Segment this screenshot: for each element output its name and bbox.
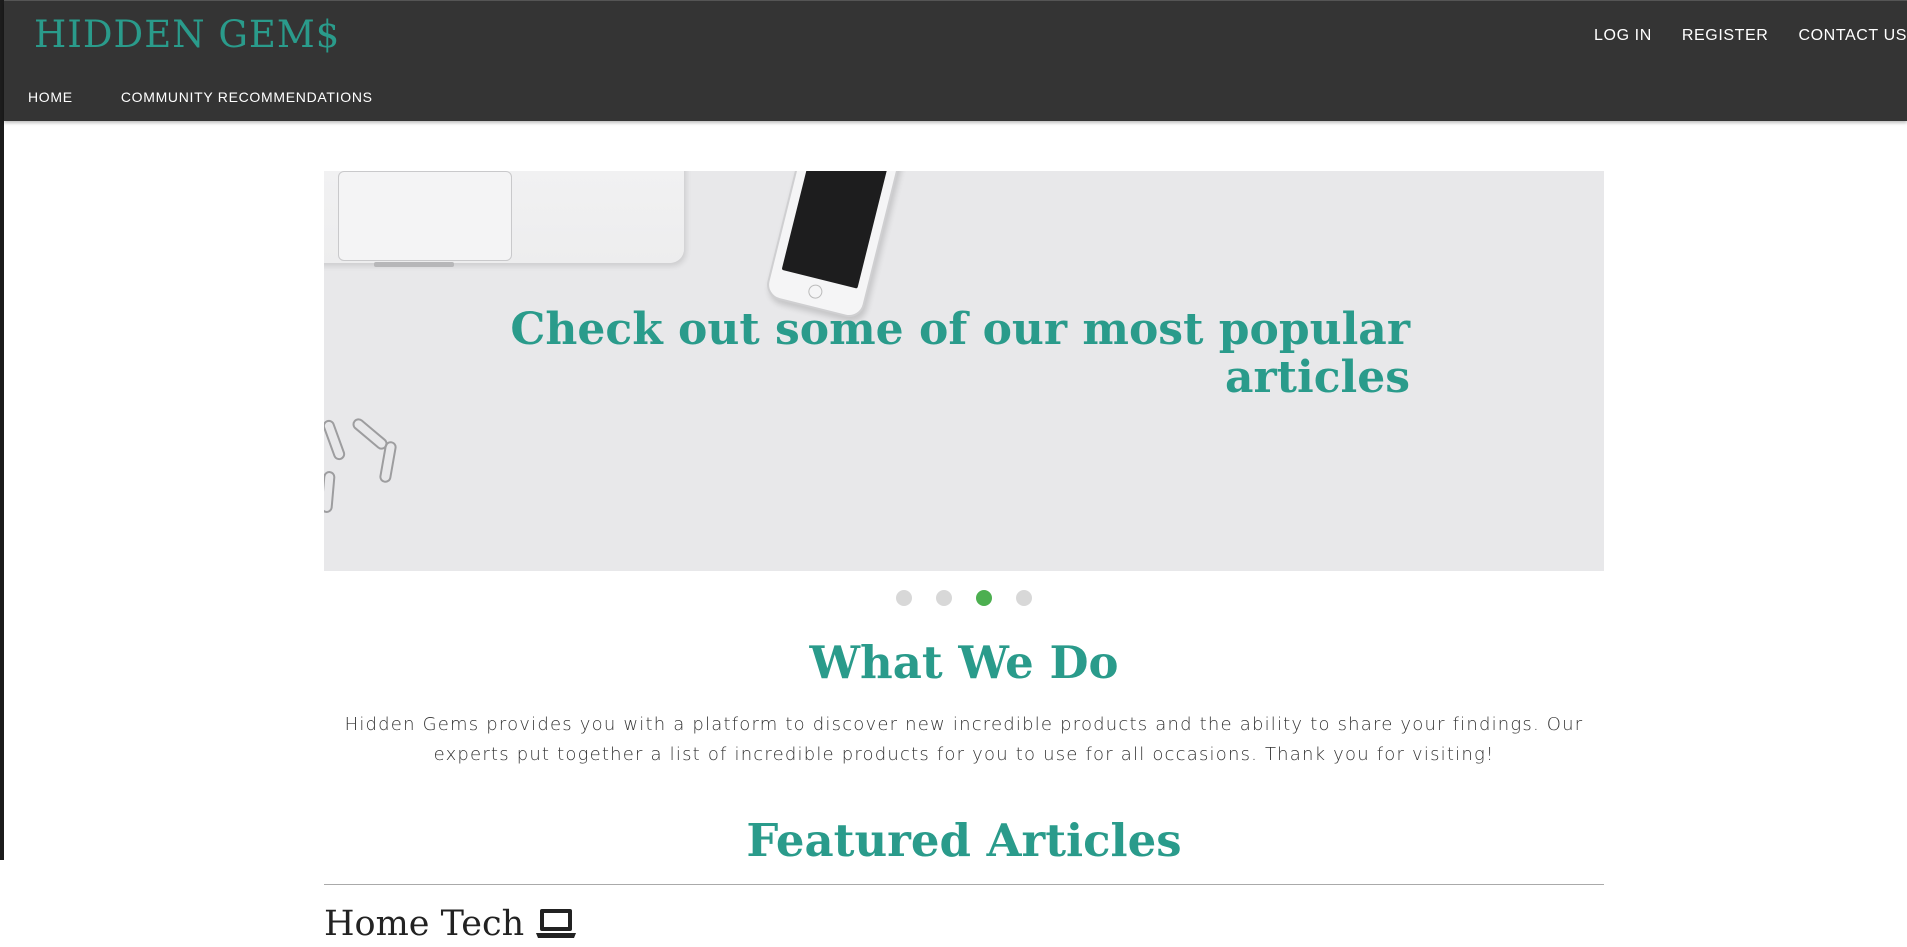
brand-logo[interactable]: HIDDEN GEM$ <box>34 13 340 56</box>
register-link[interactable]: REGISTER <box>1682 27 1769 45</box>
top-nav: LOG IN REGISTER CONTACT US <box>1594 27 1907 45</box>
paperclip-image <box>324 418 347 462</box>
hero-carousel[interactable]: Check out some of our most popular artic… <box>324 171 1604 571</box>
sub-nav: HOME COMMUNITY RECOMMENDATIONS <box>28 89 373 105</box>
hero-phone-button <box>806 283 824 301</box>
hero-phone-image <box>763 171 905 321</box>
carousel-dots <box>896 590 1032 606</box>
window-edge <box>0 0 4 860</box>
category-label: Home Tech <box>324 904 525 944</box>
carousel-dot-4[interactable] <box>1016 590 1032 606</box>
hero-phone-screen <box>781 171 891 289</box>
hero-laptop-image <box>324 171 684 267</box>
category-home-tech[interactable]: Home Tech <box>324 904 578 944</box>
hero-laptop-notch <box>374 262 454 267</box>
contact-us-link[interactable]: CONTACT US <box>1798 27 1907 45</box>
laptop-icon <box>536 909 577 938</box>
paperclip-image <box>324 470 336 514</box>
hero-trackpad-image <box>338 171 512 261</box>
carousel-dot-1[interactable] <box>896 590 912 606</box>
community-recommendations-link[interactable]: COMMUNITY RECOMMENDATIONS <box>121 89 373 105</box>
featured-articles-heading: Featured Articles <box>746 814 1182 867</box>
login-link[interactable]: LOG IN <box>1594 27 1652 45</box>
what-we-do-heading: What We Do <box>809 636 1119 689</box>
carousel-dot-3[interactable] <box>976 590 992 606</box>
carousel-dot-2[interactable] <box>936 590 952 606</box>
hero-caption: Check out some of our most popular artic… <box>510 304 1410 403</box>
what-we-do-text: Hidden Gems provides you with a platform… <box>344 714 1584 765</box>
home-link[interactable]: HOME <box>28 89 73 105</box>
navbar: HIDDEN GEM$ LOG IN REGISTER CONTACT US H… <box>4 0 1907 121</box>
section-divider <box>324 884 1604 885</box>
